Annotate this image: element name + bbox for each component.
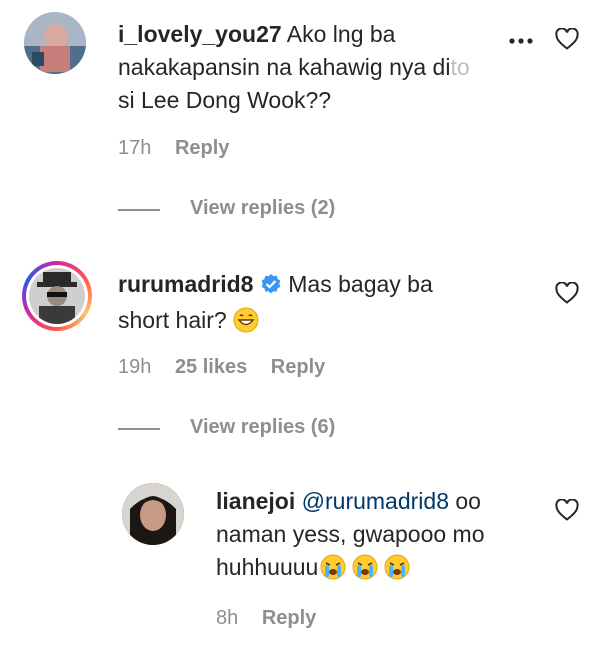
view-replies-button[interactable]: View replies (6) (190, 416, 335, 439)
heart-icon[interactable] (555, 27, 579, 55)
avatar[interactable] (29, 268, 85, 324)
timestamp: 8h (216, 607, 239, 629)
crying-emoji-icon (320, 554, 346, 580)
mention-link[interactable]: @rurumadrid8 (302, 488, 449, 514)
username-link[interactable]: lianejoi (216, 488, 295, 514)
reply-button[interactable]: Reply (175, 137, 229, 159)
divider-line (118, 428, 160, 430)
comment-meta: 19h 25 likes Reply (118, 356, 325, 379)
comment-text: rurumadrid8 Mas bagay ba short hair? (118, 271, 433, 333)
heart-icon[interactable] (555, 281, 579, 309)
view-replies-button[interactable]: View replies (2) (190, 197, 335, 220)
username-link[interactable]: rurumadrid8 (118, 271, 253, 297)
grinning-emoji-icon (233, 307, 259, 333)
comment-text: lianejoi @rurumadrid8 oo naman yess, gwa… (216, 488, 485, 580)
heart-icon[interactable] (555, 498, 579, 526)
more-options-icon[interactable] (508, 33, 534, 51)
timestamp: 19h (118, 356, 152, 378)
crying-emoji-icon (352, 554, 378, 580)
crying-emoji-icon (384, 554, 410, 580)
avatar[interactable] (122, 483, 184, 545)
reply-button[interactable]: Reply (262, 607, 316, 629)
username-link[interactable]: i_lovely_you27 (118, 21, 282, 47)
avatar[interactable] (24, 12, 86, 74)
reply-button[interactable]: Reply (271, 356, 325, 378)
timestamp: 17h (118, 137, 152, 159)
comment-text: i_lovely_you27 Ako lng ba nakakapansin n… (118, 21, 470, 113)
comment-meta: 8h Reply (216, 607, 316, 630)
verified-badge-icon (260, 271, 282, 304)
divider-line (118, 209, 160, 211)
likes-count[interactable]: 25 likes (175, 356, 247, 378)
comment-meta: 17h Reply (118, 137, 229, 160)
